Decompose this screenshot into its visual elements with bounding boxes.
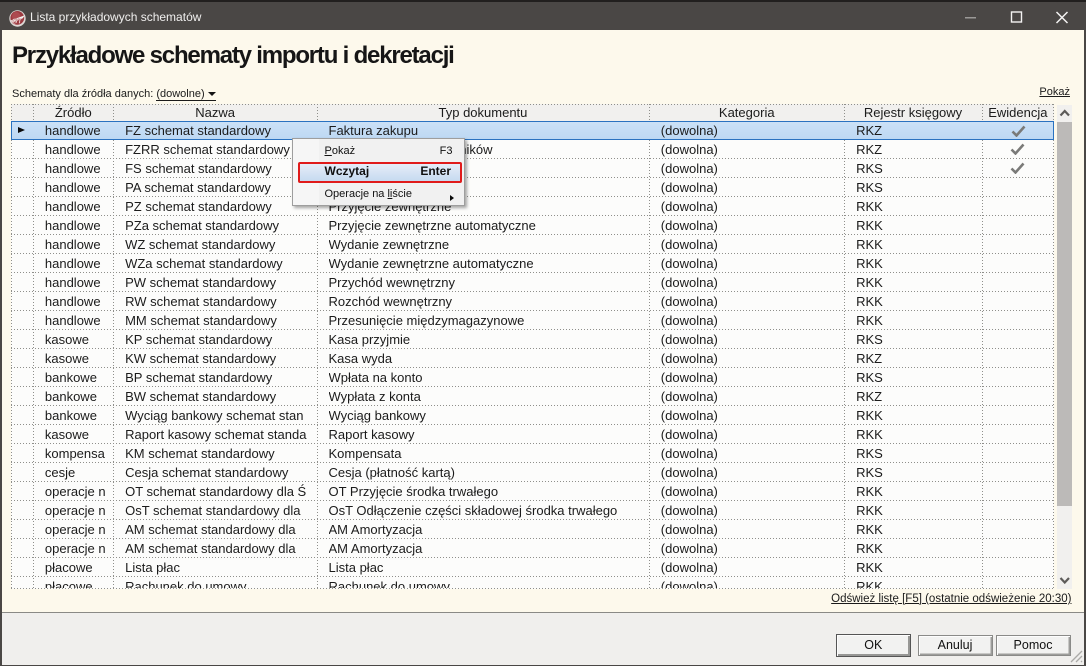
- svg-text:GT: GT: [12, 16, 24, 25]
